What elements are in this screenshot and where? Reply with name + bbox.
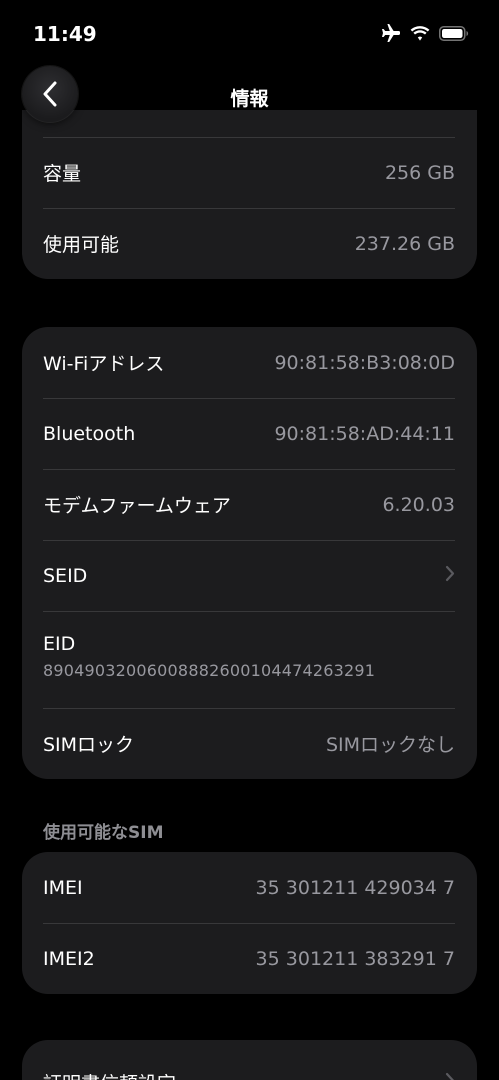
page-title: 情報 xyxy=(230,88,269,110)
sim-lock-value: SIMロックなし xyxy=(325,734,455,756)
wifi-address-row[interactable]: Wi-Fiアドレス 90:81:58:B3:08:0D xyxy=(22,327,477,398)
status-bar: 11:49 xyxy=(0,0,499,60)
bluetooth-row[interactable]: Bluetooth 90:81:58:AD:44:11 xyxy=(22,398,477,469)
imei2-label: IMEI2 xyxy=(43,947,95,970)
wifi-address-value: 90:81:58:B3:08:0D xyxy=(274,351,455,374)
network-card: Wi-Fiアドレス 90:81:58:B3:08:0D Bluetooth 90… xyxy=(22,327,477,779)
bluetooth-value: 90:81:58:AD:44:11 xyxy=(274,422,455,445)
available-sim-header: 使用可能なSIM xyxy=(43,823,164,843)
modem-firmware-value: 6.20.03 xyxy=(382,493,455,516)
eid-value: 89049032006008882600104474263291 xyxy=(43,661,376,680)
capacity-row: 容量 256 GB xyxy=(22,137,477,208)
modem-firmware-label: モデムファームウェア xyxy=(43,495,231,517)
available-label: 使用可能 xyxy=(43,234,120,256)
sim-lock-label: SIMロック xyxy=(43,734,135,756)
bluetooth-label: Bluetooth xyxy=(43,422,136,445)
imei-value: 35 301211 429034 7 xyxy=(255,876,455,899)
capacity-label: 容量 xyxy=(43,163,82,185)
sim-card: IMEI 35 301211 429034 7 IMEI2 35 301211 … xyxy=(22,852,477,994)
capacity-value: 256 GB xyxy=(384,161,455,184)
battery-icon xyxy=(439,25,469,45)
imei-label: IMEI xyxy=(43,876,83,899)
imei2-row[interactable]: IMEI2 35 301211 383291 7 xyxy=(22,923,477,994)
imei2-value: 35 301211 383291 7 xyxy=(255,947,455,970)
chevron-right-icon xyxy=(445,565,455,586)
sim-lock-row[interactable]: SIMロック SIMロックなし xyxy=(22,708,477,779)
wifi-address-label: Wi-Fiアドレス xyxy=(43,353,165,375)
eid-label: EID xyxy=(43,633,76,655)
wifi-icon xyxy=(410,25,430,45)
chevron-right-icon xyxy=(445,1072,455,1080)
seid-row[interactable]: SEID xyxy=(22,540,477,611)
status-icons xyxy=(381,24,469,46)
status-time: 11:49 xyxy=(33,22,97,46)
certificates-card: 証明書信頼設定 xyxy=(22,1040,477,1080)
eid-row[interactable]: EID 89049032006008882600104474263291 xyxy=(22,611,477,708)
nav-bar: 情報 xyxy=(0,62,499,130)
imei-row[interactable]: IMEI 35 301211 429034 7 xyxy=(22,852,477,923)
airplane-icon xyxy=(381,24,401,46)
certificate-trust-label: 証明書信頼設定 xyxy=(43,1069,176,1080)
available-row: 使用可能 237.26 GB xyxy=(22,208,477,279)
storage-card: 容量 256 GB 使用可能 237.26 GB xyxy=(22,110,477,279)
modem-firmware-row[interactable]: モデムファームウェア 6.20.03 xyxy=(22,469,477,540)
seid-label: SEID xyxy=(43,564,88,587)
certificate-trust-row[interactable]: 証明書信頼設定 xyxy=(22,1040,477,1080)
available-value: 237.26 GB xyxy=(354,232,455,255)
